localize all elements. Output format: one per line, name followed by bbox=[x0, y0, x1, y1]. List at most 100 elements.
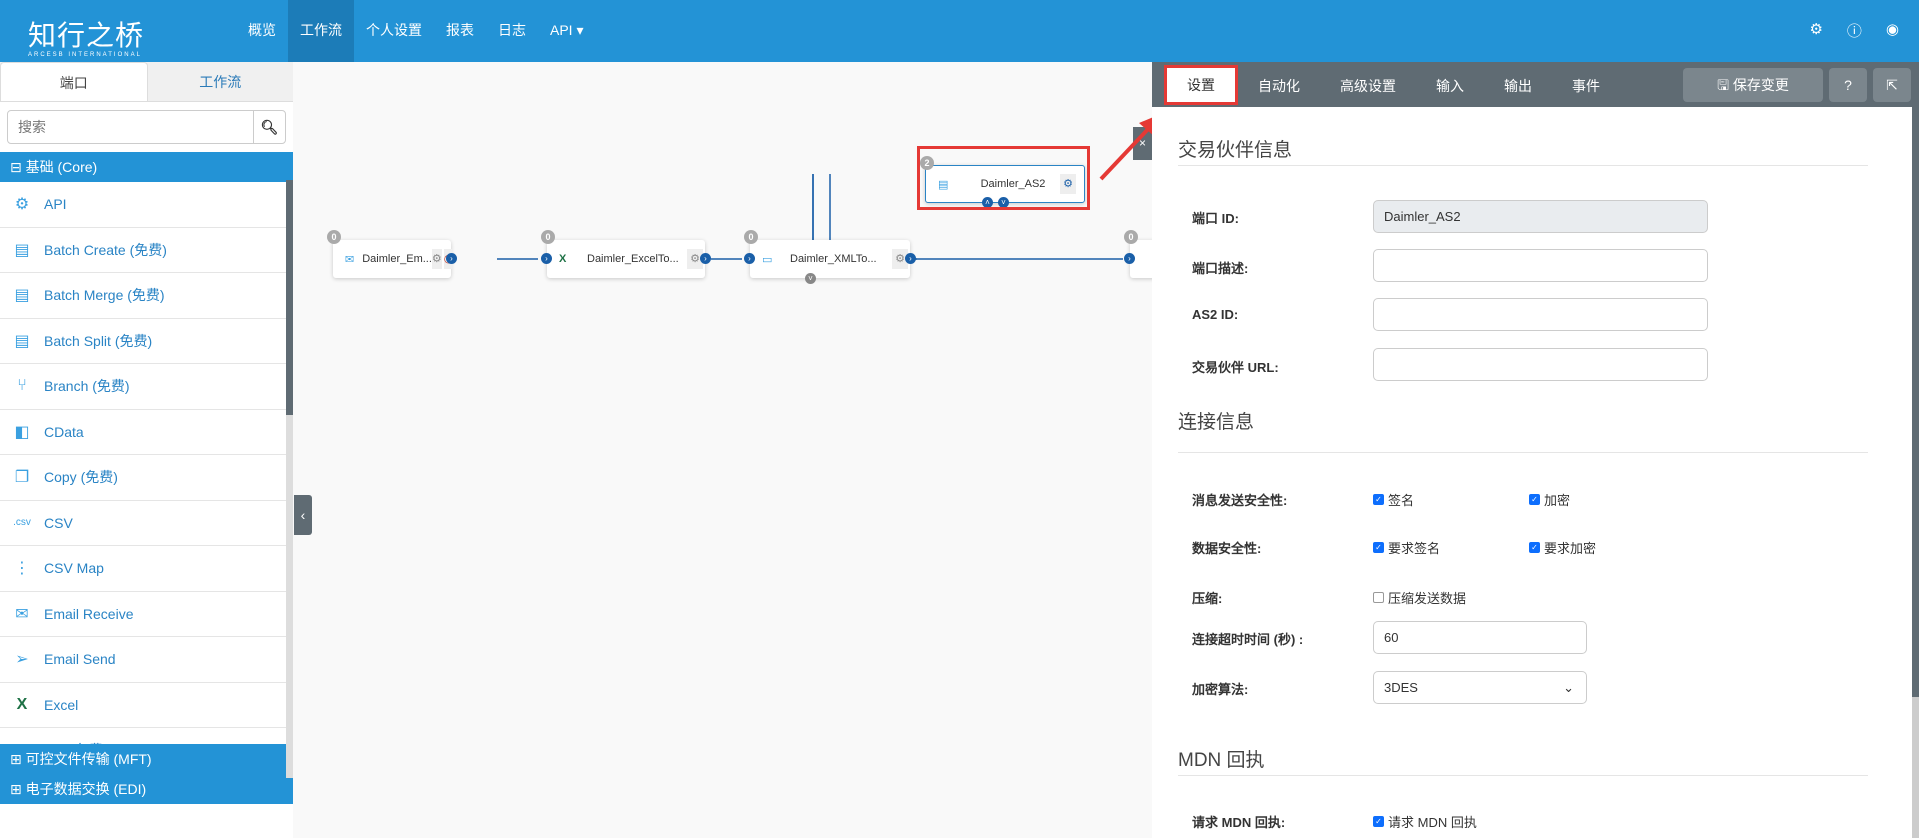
mdn-label: 请求 MDN 回执: bbox=[1192, 815, 1286, 830]
gear-icon[interactable]: ⚙ bbox=[1809, 20, 1822, 41]
tab-settings[interactable]: 设置 bbox=[1164, 65, 1238, 105]
main-nav: 概览 工作流 个人设置 报表 日志 API ▾ bbox=[236, 0, 595, 62]
require-encrypt-checkbox[interactable]: ✓ 要求加密 bbox=[1529, 538, 1596, 557]
tab-input[interactable]: 输入 bbox=[1416, 65, 1484, 107]
connector-icon: ▭ bbox=[0, 740, 44, 744]
section-mdn: MDN 回执 bbox=[1178, 750, 1265, 771]
connector-label: Email Receive bbox=[44, 605, 134, 622]
connector-label: Batch Create (免费) bbox=[44, 241, 167, 258]
workflow-node[interactable]: 0✉ Daimler_Em...⚙◷ › bbox=[327, 230, 457, 278]
tab-workflows[interactable]: 工作流 bbox=[148, 62, 294, 101]
compress-checkbox[interactable]: 压缩发送数据 bbox=[1373, 588, 1466, 607]
connector-item[interactable]: ⑂ Branch (免费) bbox=[0, 364, 286, 410]
output-port[interactable]: › bbox=[700, 253, 711, 264]
xml-icon: ▭ bbox=[762, 253, 773, 266]
search-icon[interactable]: 🔍︎ bbox=[253, 111, 285, 143]
sign-checkbox[interactable]: ✓ 签名 bbox=[1373, 490, 1414, 509]
msg-security-label: 消息发送安全性: bbox=[1192, 493, 1288, 508]
panel-scrollbar[interactable] bbox=[1912, 107, 1919, 838]
nav-logs[interactable]: 日志 bbox=[486, 0, 538, 62]
nav-overview[interactable]: 概览 bbox=[236, 0, 288, 62]
settings-panel: 设置 自动化 高级设置 输入 输出 事件 🖫 保存变更 ? ⇱ 交易伙伴信息 端… bbox=[1152, 62, 1919, 838]
connector-item[interactable]: ⚙ API bbox=[0, 182, 286, 228]
connector-icon: ⋮ bbox=[14, 560, 30, 578]
nav-workflow[interactable]: 工作流 bbox=[288, 0, 354, 62]
connector-list: ⚙ API ▤ Batch Create (免费) ▤ Batch Merge (免费) ▤… bbox=[0, 182, 286, 744]
search-box: 🔍︎ bbox=[7, 110, 286, 144]
tab-advanced[interactable]: 高级设置 bbox=[1320, 65, 1416, 107]
tab-output[interactable]: 输出 bbox=[1484, 65, 1552, 107]
connector-item[interactable]: ✉ Email Receive bbox=[0, 592, 286, 637]
connector-icon: ▤ bbox=[14, 241, 30, 259]
algorithm-select[interactable]: 3DES ⌄ bbox=[1373, 671, 1587, 704]
timeout-input[interactable]: 60 bbox=[1373, 621, 1587, 654]
nav-reports[interactable]: 报表 bbox=[434, 0, 486, 62]
as2-id-input[interactable] bbox=[1373, 298, 1708, 331]
algorithm-label: 加密算法: bbox=[1192, 682, 1249, 697]
connector-icon: ◧ bbox=[14, 423, 30, 441]
section-connection: 连接信息 bbox=[1178, 412, 1255, 433]
partner-url-input[interactable] bbox=[1373, 348, 1708, 381]
search-input[interactable] bbox=[8, 111, 253, 143]
connector-item[interactable]: ▤ Batch Merge (免费) bbox=[0, 273, 286, 319]
require-sign-checkbox[interactable]: ✓ 要求签名 bbox=[1373, 538, 1440, 557]
highlight-box bbox=[917, 146, 1090, 210]
nav-api[interactable]: API ▾ bbox=[538, 0, 595, 62]
nav-profile[interactable]: 个人设置 bbox=[354, 0, 434, 62]
chevron-down-icon[interactable]: ˅ bbox=[805, 273, 816, 284]
group-core[interactable]: ⊟ 基础 (Core) bbox=[0, 152, 293, 182]
connector-item[interactable]: .csv CSV bbox=[0, 501, 286, 546]
connector-icon: ❐ bbox=[14, 469, 30, 487]
popout-button[interactable]: ⇱ bbox=[1873, 68, 1911, 102]
save-changes-button[interactable]: 🖫 保存变更 bbox=[1683, 68, 1823, 102]
connector-icon: ⑂ bbox=[17, 377, 27, 395]
workflow-canvas[interactable]: 0✉ Daimler_Em...⚙◷ › 0›X Daimler_ExcelTo… bbox=[293, 62, 1170, 838]
connector-label: CSV bbox=[44, 514, 73, 531]
compress-label: 压缩: bbox=[1192, 591, 1223, 606]
sidebar: 端口 工作流 🔍︎ ⊟ 基础 (Core) ⚙ API ▤ Batch Create … bbox=[0, 62, 293, 838]
user-icon[interactable]: ◉ bbox=[1886, 20, 1899, 41]
connector-icon: X bbox=[16, 695, 28, 713]
connector-item[interactable]: ❐ Copy (免费) bbox=[0, 455, 286, 501]
output-port[interactable]: › bbox=[905, 253, 916, 264]
connector-item[interactable]: ▭File (免费) bbox=[0, 728, 286, 744]
section-partner-info: 交易伙伴信息 bbox=[1178, 140, 1293, 161]
encrypt-checkbox[interactable]: ✓ 加密 bbox=[1529, 490, 1570, 509]
port-id-label: 端口 ID: bbox=[1192, 211, 1239, 226]
connector-item[interactable]: ◧ CData bbox=[0, 410, 286, 455]
connector-item[interactable]: ▤ Batch Create (免费) bbox=[0, 228, 286, 273]
help-icon[interactable]: ⓘ bbox=[1847, 20, 1862, 41]
connector-item[interactable]: ⋮ CSV Map bbox=[0, 546, 286, 592]
workflow-node[interactable]: 0 › ▭ Daimler_XMLTo... ⚙ › ˅ bbox=[744, 230, 916, 284]
group-edi[interactable]: ⊞ 电子数据交换 (EDI) bbox=[0, 774, 293, 804]
as2-id-label: AS2 ID: bbox=[1192, 307, 1239, 322]
port-description-textarea[interactable] bbox=[1373, 249, 1708, 282]
data-security-label: 数据安全性: bbox=[1192, 541, 1262, 556]
connector-label: Email Send bbox=[44, 651, 116, 668]
tab-automation[interactable]: 自动化 bbox=[1238, 65, 1320, 107]
connector-icon: ✉ bbox=[15, 605, 29, 623]
group-mft[interactable]: ⊞ 可控文件传输 (MFT) bbox=[0, 744, 293, 774]
output-port[interactable]: › bbox=[446, 253, 457, 264]
port-id-field: Daimler_AS2 bbox=[1373, 200, 1708, 233]
request-mdn-checkbox[interactable]: ✓ 请求 MDN 回执 bbox=[1373, 812, 1477, 831]
gear-icon[interactable]: ⚙ bbox=[431, 249, 442, 269]
connector-label: API bbox=[44, 196, 67, 213]
workflow-node[interactable]: 0 › X Daimler_ExcelTo... ⚙ › bbox=[541, 230, 711, 278]
connector-item[interactable]: ➢ Email Send bbox=[0, 637, 286, 683]
connector-label: Batch Split (免费) bbox=[44, 332, 153, 349]
connector-label: Copy (免费) bbox=[44, 469, 118, 486]
url-label: 交易伙伴 URL: bbox=[1192, 360, 1279, 375]
connector-label: Branch (免费) bbox=[44, 378, 130, 395]
chevron-down-icon: ⌄ bbox=[1563, 680, 1574, 695]
timeout-label: 连接超时时间 (秒) : bbox=[1192, 632, 1304, 647]
connector-item[interactable]: X Excel bbox=[0, 683, 286, 728]
logo[interactable]: 知行之桥 ARCESB INTERNATIONAL bbox=[28, 14, 144, 58]
tab-ports[interactable]: 端口 bbox=[0, 62, 148, 101]
connector-icon: ▤ bbox=[14, 287, 30, 305]
sidebar-scrollbar[interactable] bbox=[286, 180, 293, 778]
tab-events[interactable]: 事件 bbox=[1552, 65, 1620, 107]
help-button[interactable]: ? bbox=[1829, 68, 1867, 102]
connector-label: CData bbox=[44, 423, 84, 440]
connector-item[interactable]: ▤ Batch Split (免费) bbox=[0, 319, 286, 364]
